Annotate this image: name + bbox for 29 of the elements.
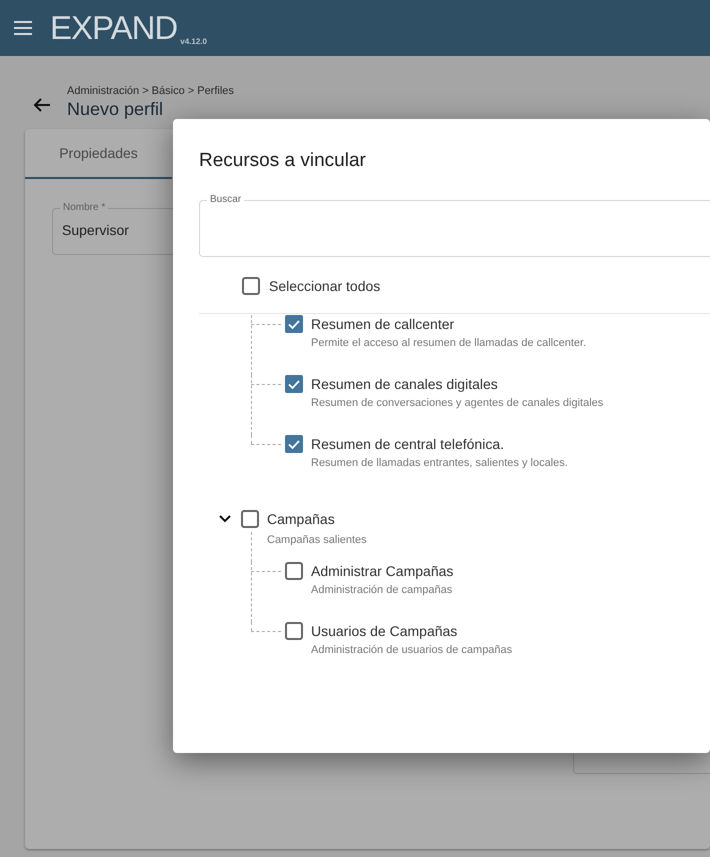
field-value: Supervisor bbox=[62, 222, 129, 238]
breadcrumb: Administración > Básico > Perfiles bbox=[67, 84, 234, 96]
checkbox[interactable] bbox=[242, 277, 260, 295]
back-arrow-icon[interactable] bbox=[33, 97, 51, 113]
item-label[interactable]: Administrar Campañas bbox=[311, 563, 454, 579]
item-label[interactable]: Resumen de central telefónica. bbox=[311, 436, 504, 452]
item-description: Administración de usuarios de campañas bbox=[311, 644, 514, 656]
checkbox-label[interactable]: Seleccionar todos bbox=[269, 278, 380, 294]
checkbox[interactable] bbox=[241, 510, 259, 528]
page-title: Nuevo perfil bbox=[67, 98, 164, 120]
item-description: Resumen de conversaciones y agentes de canales digitales bbox=[311, 397, 604, 409]
chevron-icon[interactable] bbox=[219, 515, 231, 523]
checkbox[interactable] bbox=[285, 622, 303, 640]
version-label: v4.12.0 bbox=[180, 37, 207, 46]
checkbox[interactable] bbox=[285, 562, 303, 580]
checkbox[interactable] bbox=[285, 435, 303, 453]
menu-icon[interactable] bbox=[14, 21, 32, 35]
item-description: Campañas salientes bbox=[267, 534, 368, 546]
logo: EXPAND bbox=[50, 9, 178, 47]
dialog-title: Recursos a vincular bbox=[199, 150, 367, 172]
item-description: Administración de campañas bbox=[311, 584, 454, 596]
item-description: Permite el acceso al resumen de llamadas de callcenter. bbox=[311, 337, 588, 349]
item-label[interactable]: Resumen de callcenter bbox=[311, 316, 454, 332]
item-label[interactable]: Usuarios de Campañas bbox=[311, 623, 458, 639]
checkbox[interactable] bbox=[285, 315, 303, 333]
item-label[interactable]: Campañas bbox=[267, 511, 335, 527]
item-label[interactable]: Resumen de canales digitales bbox=[311, 376, 498, 392]
checkbox[interactable] bbox=[285, 375, 303, 393]
item-description: Resumen de llamadas entrantes, salientes y locales. bbox=[311, 457, 569, 469]
